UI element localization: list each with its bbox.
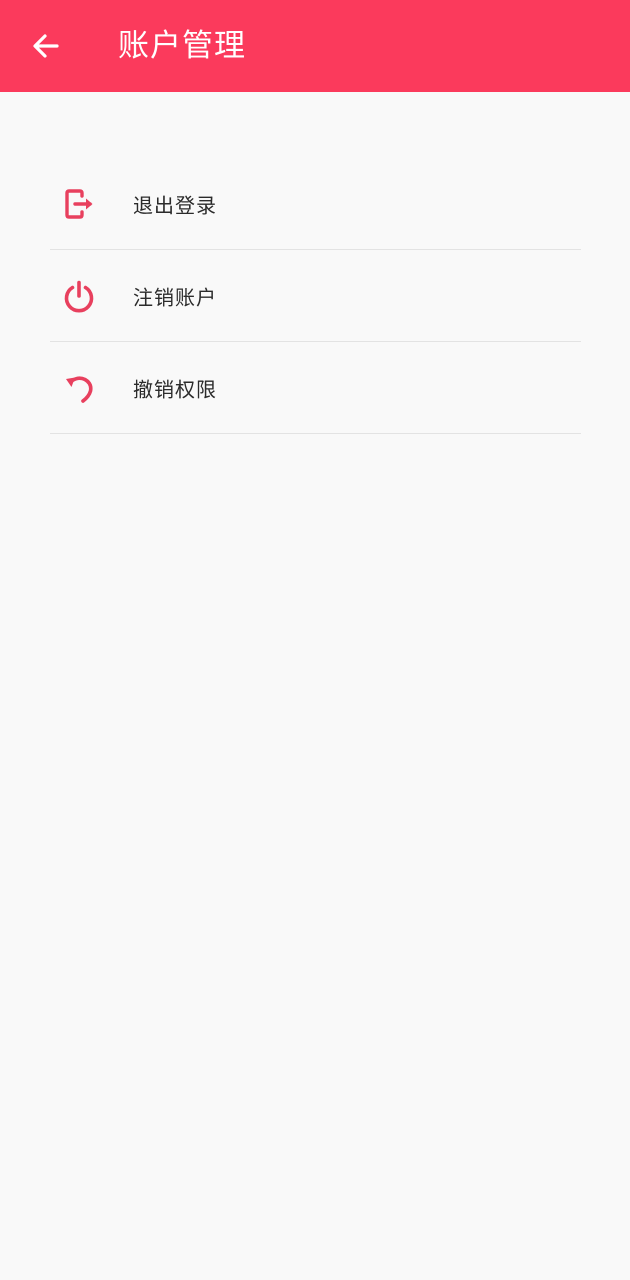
logout-item[interactable]: 退出登录 bbox=[50, 158, 581, 250]
revoke-permission-label: 撤销权限 bbox=[133, 377, 217, 401]
cancel-account-item[interactable]: 注销账户 bbox=[50, 250, 581, 342]
logout-icon bbox=[62, 187, 96, 221]
logout-label: 退出登录 bbox=[133, 193, 217, 217]
back-button[interactable] bbox=[26, 26, 66, 66]
page-title: 账户管理 bbox=[118, 28, 246, 64]
undo-icon bbox=[62, 371, 96, 405]
app-bar: 账户管理 bbox=[0, 0, 630, 92]
account-menu: 退出登录 注销账户 撤销权限 bbox=[50, 158, 581, 434]
power-icon bbox=[62, 279, 96, 313]
revoke-permission-item[interactable]: 撤销权限 bbox=[50, 342, 581, 434]
arrow-left-icon bbox=[33, 34, 59, 58]
cancel-account-label: 注销账户 bbox=[133, 285, 217, 309]
